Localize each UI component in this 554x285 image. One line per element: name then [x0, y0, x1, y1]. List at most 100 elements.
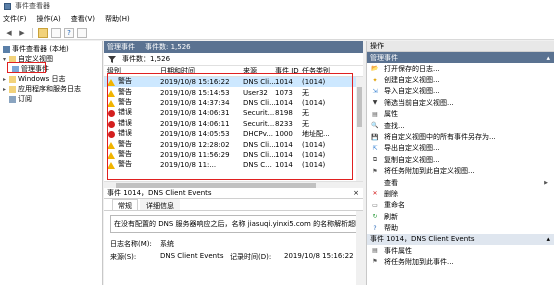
source-value: DNS Client Events [160, 252, 224, 260]
menu-help[interactable]: 帮助(H) [105, 14, 130, 24]
help-icon[interactable]: ? [64, 27, 74, 38]
action-item[interactable]: ? 帮助 [367, 222, 554, 233]
create-view-icon: ✦ [372, 76, 378, 84]
window-title: 事件查看器 [15, 2, 50, 10]
action-label: 导入自定义视图... [384, 87, 440, 96]
pane-title: 管理事件 [107, 43, 135, 51]
close-icon[interactable]: × [353, 189, 359, 197]
import-view-icon: ⇲ [372, 87, 378, 95]
detail-scrollbar[interactable] [356, 211, 363, 285]
forward-icon[interactable]: ▶ [17, 28, 27, 38]
tab-general[interactable]: 常规 [112, 199, 138, 210]
tree-app-logs-label: 应用程序和服务日志 [18, 85, 81, 93]
highlight-box-tree [7, 62, 46, 73]
filter-icon: ▼ [372, 99, 378, 107]
action-label: 属性 [384, 110, 398, 119]
save-icon: 💾 [371, 133, 379, 141]
tree-app-logs[interactable]: ▸ 应用程序和服务日志 [3, 84, 81, 94]
folder-icon[interactable] [38, 27, 48, 38]
panel-icon[interactable] [77, 27, 87, 38]
action-label: 帮助 [384, 224, 398, 233]
actions-section-event-label: 事件 1014，DNS Client Events [370, 235, 475, 244]
event-properties-icon: ▤ [372, 247, 378, 255]
action-label: 查看 [384, 178, 398, 187]
action-item[interactable]: ⧉ 复制自定义视图... [367, 154, 554, 165]
copy-icon: ⧉ [372, 155, 378, 163]
help-icon: ? [373, 224, 377, 232]
log-name-row: 日志名称(M): 系统 [110, 239, 357, 249]
event-list-hscrollbar[interactable] [104, 181, 363, 188]
menu-view[interactable]: 查看(V) [71, 14, 95, 24]
title-bar: 事件查看器 [0, 0, 554, 12]
pane-header: 管理事件 事件数: 1,526 [104, 41, 363, 53]
action-item[interactable]: ▤ 属性 [367, 109, 554, 120]
folder-icon [9, 85, 16, 93]
actions-section-event[interactable]: 事件 1014，DNS Client Events ▴ [367, 233, 554, 245]
menu-action[interactable]: 操作(A) [37, 14, 61, 24]
event-viewer-icon [3, 45, 10, 53]
subscription-icon [9, 95, 16, 103]
action-item[interactable]: ⚑ 将任务附加到此自定义视图... [367, 166, 554, 177]
submenu-arrow-icon: ▶ [544, 179, 548, 186]
task-icon: ⚑ [372, 258, 378, 266]
action-label: 创建自定义视图... [384, 76, 440, 85]
action-item[interactable]: ⇱ 导出自定义视图... [367, 143, 554, 154]
action-item[interactable]: ✦ 创建自定义视图... [367, 74, 554, 85]
action-item[interactable]: 查看 ▶ [367, 177, 554, 188]
filter-icon [108, 55, 116, 63]
back-icon[interactable]: ◀ [4, 28, 14, 38]
action-label: 打开保存的日志... [384, 64, 440, 73]
filter-count: 事件数：1,526 [122, 55, 171, 63]
detail-header: 事件 1014，DNS Client Events × [104, 188, 363, 199]
action-item[interactable]: ▤ 事件属性 [367, 245, 554, 256]
action-item[interactable]: 💾 将自定义视图中的所有事件另存为... [367, 131, 554, 142]
detail-tabs: 常规 详细信息 [104, 199, 363, 211]
action-label: 将任务附加到此事件... [384, 257, 454, 266]
tree-windows-logs[interactable]: ▸ Windows 日志 [3, 74, 65, 84]
action-item[interactable]: ⇲ 导入自定义视图... [367, 86, 554, 97]
action-label: 刷新 [384, 212, 398, 221]
actions-section-admin-label: 管理事件 [370, 53, 398, 62]
action-label: 查找... [384, 121, 405, 130]
rename-icon: ▭ [372, 201, 378, 209]
collapse-up-icon[interactable]: ▴ [546, 235, 550, 243]
export-icon: ⇱ [372, 144, 378, 152]
actions-header: 操作 [367, 41, 554, 52]
action-item[interactable]: ▭ 重命名 [367, 200, 554, 211]
action-label: 导出自定义视图... [384, 144, 440, 153]
filter-bar: 事件数：1,526 [104, 53, 363, 66]
properties-icon[interactable] [51, 27, 61, 38]
tree-root[interactable]: 事件查看器 (本地) [3, 44, 69, 54]
action-item[interactable]: 🔍 查找... [367, 120, 554, 131]
tab-details[interactable]: 详细信息 [140, 199, 180, 210]
tree-subscriptions-label: 订阅 [18, 95, 32, 103]
folder-icon [9, 75, 16, 83]
properties-icon: ▤ [372, 110, 378, 118]
logged-label: 记录时间(D): [230, 253, 272, 261]
action-item[interactable]: ▼ 筛选当前自定义视图... [367, 97, 554, 108]
action-item[interactable]: ↻ 刷新 [367, 211, 554, 222]
source-label: 来源(S): [110, 253, 137, 261]
menu-file[interactable]: 文件(F) [3, 14, 27, 24]
event-list-scrollbar[interactable] [356, 77, 363, 181]
collapse-up-icon[interactable]: ▴ [546, 54, 550, 62]
action-item[interactable]: 📂 打开保存的日志... [367, 63, 554, 74]
refresh-icon: ↻ [372, 213, 378, 221]
detail-body: 在没有配置的 DNS 服务器响应之后，名称 jiasuqi.yinxi5.com… [104, 211, 363, 285]
action-label: 将任务附加到此自定义视图... [384, 167, 475, 176]
tree-subscriptions[interactable]: 订阅 [9, 94, 32, 104]
log-name-label: 日志名称(M): [110, 240, 152, 248]
navigation-tree: 事件查看器 (本地) ▾ 自定义视图 管理事件 ▸ Windows 日志 ▸ 应… [0, 41, 103, 285]
open-log-icon: 📂 [371, 65, 379, 73]
actions-pane: 操作 管理事件 ▴ 📂 打开保存的日志... ✦ 创建自定义视图... ⇲ 导入自定义视图… [366, 41, 554, 285]
toolbar: ◀ ▶ ? [0, 26, 554, 40]
actions-section-admin[interactable]: 管理事件 ▴ [367, 52, 554, 63]
action-item[interactable]: ✕ 删除 [367, 188, 554, 199]
find-icon: 🔍 [371, 122, 379, 130]
log-name-value: 系统 [160, 240, 174, 248]
view-icon [371, 179, 379, 187]
source-row: 来源(S): DNS Client Events 记录时间(D): 2019/1… [110, 252, 357, 262]
action-item[interactable]: ⚑ 将任务附加到此事件... [367, 256, 554, 267]
action-label: 事件属性 [384, 246, 412, 255]
task-icon: ⚑ [372, 167, 378, 175]
